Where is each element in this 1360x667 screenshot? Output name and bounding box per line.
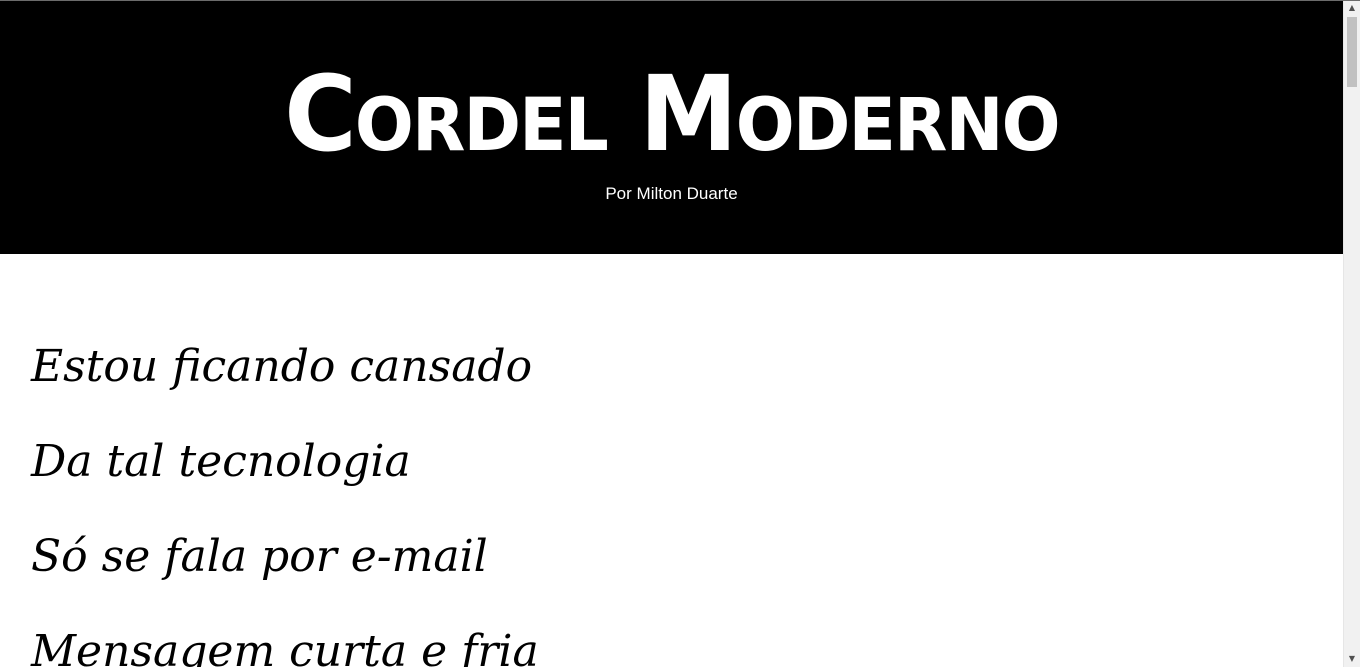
site-header: Cordel Moderno Por Milton Duarte	[0, 0, 1343, 254]
poem-verse: Estou ficando cansado	[31, 341, 533, 392]
vertical-scrollbar[interactable]: ▲ ▼	[1343, 0, 1360, 667]
poem-verse: Só se fala por e-mail	[31, 531, 488, 582]
page-title: Cordel Moderno	[284, 53, 1060, 175]
page: Cordel Moderno Por Milton Duarte Estou f…	[0, 0, 1343, 667]
scroll-up-arrow-icon[interactable]: ▲	[1344, 0, 1360, 16]
window-top-border	[0, 0, 1360, 1]
poem-verse: Mensagem curta e fria	[31, 626, 539, 667]
scrollbar-thumb[interactable]	[1347, 17, 1357, 87]
author-name: Milton Duarte	[636, 184, 738, 203]
scroll-down-arrow-icon[interactable]: ▼	[1344, 651, 1360, 667]
byline: Por Milton Duarte	[0, 184, 1343, 204]
byline-prefix: Por	[605, 184, 632, 203]
poem-verse: Da tal tecnologia	[31, 436, 411, 487]
